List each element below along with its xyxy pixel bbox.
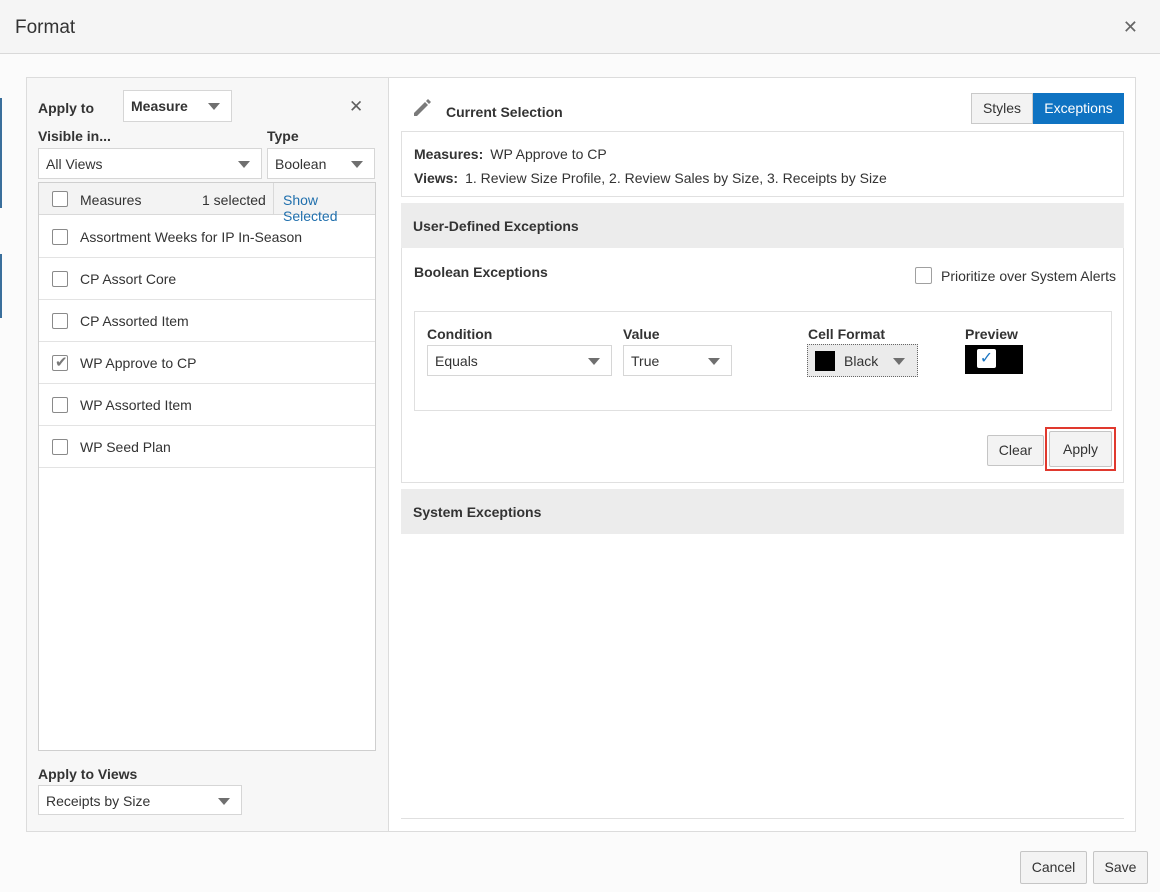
apply-to-label: Apply to <box>38 100 94 116</box>
chevron-down-icon <box>351 161 363 168</box>
check-icon: ✓ <box>977 349 996 368</box>
measure-label: WP Seed Plan <box>80 439 171 455</box>
visible-in-select[interactable]: All Views <box>38 148 262 179</box>
color-swatch <box>815 351 835 371</box>
apply-to-views-value: Receipts by Size <box>46 793 151 809</box>
measures-info-label: Measures: <box>414 146 484 162</box>
prioritize-checkbox[interactable] <box>915 267 932 284</box>
preview-label: Preview <box>965 326 1018 342</box>
measure-checkbox[interactable] <box>52 229 68 245</box>
tab-exceptions[interactable]: Exceptions <box>1033 93 1124 124</box>
tab-styles[interactable]: Styles <box>971 93 1033 124</box>
apply-to-views-select[interactable]: Receipts by Size <box>38 785 242 815</box>
prioritize-label: Prioritize over System Alerts <box>941 268 1117 284</box>
format-panel: Current Selection Styles Exceptions Meas… <box>388 77 1136 832</box>
list-item[interactable]: CP Assorted Item <box>39 300 375 342</box>
type-value: Boolean <box>275 156 327 172</box>
visible-in-label: Visible in... <box>38 128 111 144</box>
condition-select[interactable]: Equals <box>427 345 612 376</box>
cell-format-label: Cell Format <box>808 326 886 342</box>
apply-to-views-label: Apply to Views <box>38 766 138 782</box>
dialog-title: Format <box>15 17 76 38</box>
measure-label: Assortment Weeks for IP In-Season <box>80 229 303 245</box>
cancel-button[interactable]: Cancel <box>1020 851 1087 884</box>
pencil-icon <box>414 99 431 116</box>
system-exceptions-title: System Exceptions <box>413 504 542 520</box>
chevron-down-icon <box>218 798 230 805</box>
selected-count: 1 selected <box>202 192 266 208</box>
type-select[interactable]: Boolean <box>267 148 375 179</box>
save-button[interactable]: Save <box>1093 851 1148 884</box>
value-select[interactable]: True <box>623 345 732 376</box>
header-divider <box>273 183 274 215</box>
measure-label: CP Assort Core <box>80 271 177 287</box>
user-defined-exceptions-content: Boolean Exceptions Prioritize over Syste… <box>401 248 1124 483</box>
visible-in-value: All Views <box>46 156 103 172</box>
measure-label: WP Approve to CP <box>80 355 197 371</box>
measures-info-value: WP Approve to CP <box>490 146 607 162</box>
measure-label: WP Assorted Item <box>80 397 192 413</box>
close-icon[interactable]: ✕ <box>1123 18 1138 36</box>
list-item[interactable]: ✔ WP Approve to CP <box>39 342 375 384</box>
measure-checkbox[interactable]: ✔ <box>52 354 68 371</box>
measure-checkbox[interactable] <box>52 397 68 413</box>
cell-format-select[interactable]: Black <box>807 344 918 377</box>
chevron-down-icon <box>708 358 720 365</box>
list-item[interactable]: WP Assorted Item <box>39 384 375 426</box>
measures-list: Measures 1 selected Show Selected Assort… <box>38 182 376 751</box>
chevron-down-icon <box>238 161 250 168</box>
chevron-down-icon <box>208 103 220 110</box>
system-exceptions-header[interactable]: System Exceptions <box>401 489 1124 534</box>
select-all-checkbox[interactable] <box>52 191 68 207</box>
close-filter-icon[interactable]: ✕ <box>349 97 363 117</box>
divider <box>401 818 1124 819</box>
views-info-value: 1. Review Size Profile, 2. Review Sales … <box>465 170 887 186</box>
apply-to-select[interactable]: Measure <box>123 90 232 122</box>
boolean-exceptions-title: Boolean Exceptions <box>414 264 548 280</box>
condition-label: Condition <box>427 326 493 342</box>
chevron-down-icon <box>588 358 600 365</box>
user-defined-exceptions-title: User-Defined Exceptions <box>413 218 579 234</box>
views-info: Views: 1. Review Size Profile, 2. Review … <box>414 170 887 186</box>
views-info-label: Views: <box>414 170 459 186</box>
chevron-down-icon <box>893 358 905 365</box>
edge-accent <box>0 254 2 318</box>
measures-list-header: Measures 1 selected Show Selected <box>39 183 375 224</box>
measure-checkbox[interactable] <box>52 271 68 287</box>
list-item[interactable]: Assortment Weeks for IP In-Season <box>39 216 375 258</box>
cell-format-value: Black <box>844 353 879 369</box>
measure-checkbox[interactable] <box>52 313 68 329</box>
apply-button[interactable]: Apply <box>1049 431 1112 467</box>
measure-checkbox[interactable] <box>52 439 68 455</box>
user-defined-exceptions-header[interactable]: User-Defined Exceptions <box>401 203 1124 248</box>
selection-info: Measures: WP Approve to CP Views: 1. Revie… <box>401 131 1124 197</box>
edge-accent <box>0 98 2 208</box>
clear-button[interactable]: Clear <box>987 435 1044 466</box>
condition-row: Condition Value Cell Format Preview Equa… <box>414 311 1112 411</box>
condition-value: Equals <box>435 353 478 369</box>
apply-to-value: Measure <box>131 98 188 114</box>
preview-swatch: ✓ <box>965 345 1023 374</box>
filter-panel: Apply to Measure ✕ Visible in... Type Al… <box>26 77 389 832</box>
dialog-body: Apply to Measure ✕ Visible in... Type Al… <box>0 54 1160 892</box>
dialog-header: Format ✕ <box>0 0 1160 54</box>
value-label: Value <box>623 326 660 342</box>
current-selection-title: Current Selection <box>446 104 563 120</box>
type-label: Type <box>267 128 299 144</box>
list-item[interactable]: CP Assort Core <box>39 258 375 300</box>
measures-header-label: Measures <box>80 192 142 208</box>
list-item[interactable]: WP Seed Plan <box>39 426 375 468</box>
check-icon: ✔ <box>55 354 68 371</box>
value-value: True <box>631 353 660 369</box>
measure-label: CP Assorted Item <box>80 313 189 329</box>
measures-info: Measures: WP Approve to CP <box>414 146 607 162</box>
